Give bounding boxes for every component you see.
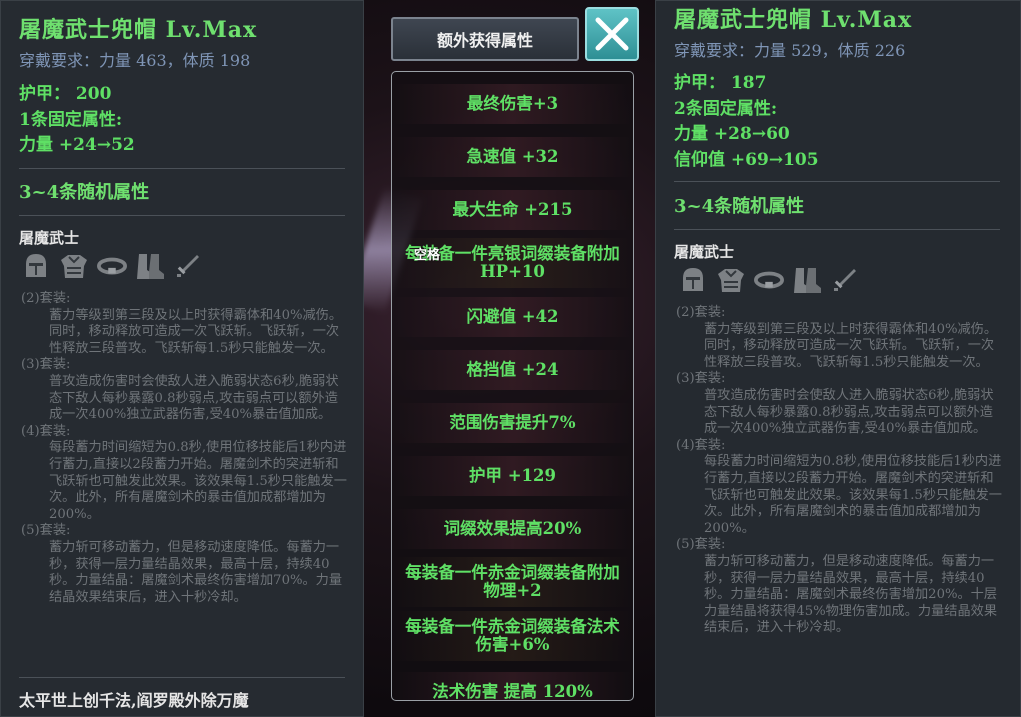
attribute-item: 每装备一件赤金词缀装备法术伤害+6% xyxy=(393,611,632,661)
set-bonus-label: (5)套装: xyxy=(21,523,71,539)
compare-item-tooltip: 屠魔武士兜帽 Lv.Max 穿戴要求：力量 529，体质 226 护甲： 187… xyxy=(655,0,1021,717)
attribute-item: 闪避值 +42 xyxy=(393,297,632,337)
item-title: 屠魔武士兜帽 Lv.Max xyxy=(19,17,258,43)
set-bonus-label: (3)套装: xyxy=(676,371,726,387)
attribute-item: 法术伤害 提高 120% xyxy=(393,672,632,700)
attribute-item: 格挡值 +24 xyxy=(393,350,632,390)
divider xyxy=(19,677,345,678)
close-icon xyxy=(595,17,629,51)
set-bonus-text: 普攻造成伤害时会使敌人进入脆弱状态6秒,脆弱状态下敌人每秒暴露0.8秒弱点,攻击… xyxy=(49,373,339,423)
set-bonus-label: (5)套装: xyxy=(676,537,726,553)
fixed-attr: 力量 +28→60 xyxy=(674,124,790,144)
divider xyxy=(674,181,1000,182)
set-bonus-text: 普攻造成伤害时会使敌人进入脆弱状态6秒,脆弱状态下敌人每秒暴露0.8秒弱点,攻击… xyxy=(704,387,994,437)
armor-icon xyxy=(59,251,89,281)
attribute-item: 护甲 +129 xyxy=(393,456,632,496)
set-bonus-label: (3)套装: xyxy=(21,357,71,373)
random-attr-header: 3~4条随机属性 xyxy=(674,196,805,217)
wear-requirement: 穿戴要求：力量 529，体质 226 xyxy=(674,41,906,60)
boots-icon xyxy=(135,251,165,281)
set-bonus-label: (2)套装: xyxy=(676,305,726,320)
set-name: 屠魔武士 xyxy=(19,229,80,247)
attribute-item: 最大生命 +215 xyxy=(393,190,632,230)
item-motto: 太平世上创千法,阎罗殿外除万魔 xyxy=(19,691,249,710)
divider xyxy=(19,168,345,169)
set-bonus-text: 蓄力斩可移动蓄力，但是移动速度降低。每蓄力一秒，获得一层力量结晶效果，最高十层，… xyxy=(704,553,998,636)
armor-value: 护甲： 187 xyxy=(674,73,767,93)
close-button[interactable] xyxy=(585,7,639,61)
attribute-item: 最终伤害+3 xyxy=(393,84,632,124)
set-pieces-icons xyxy=(678,265,860,295)
attribute-item: 急速值 +32 xyxy=(393,137,632,177)
fixed-attr-header: 2条固定属性: xyxy=(674,99,778,119)
set-bonus-text: 蓄力等级到第三段及以上时获得霸体和40%减伤。同时，移动释放可造成一次飞跃斩。飞… xyxy=(49,307,343,356)
sword-icon xyxy=(173,251,203,281)
divider xyxy=(674,229,1000,230)
attribute-item: 范围伤害提升7% xyxy=(393,403,632,443)
set-bonus-list: (2)套装: 蓄力等级到第三段及以上时获得霸体和40%减伤。同时，移动释放可造成… xyxy=(21,291,351,606)
armor-icon xyxy=(716,265,746,295)
sword-icon xyxy=(830,265,860,295)
helmet-icon xyxy=(21,251,51,281)
wear-requirement: 穿戴要求：力量 463，体质 198 xyxy=(19,51,251,70)
set-bonus-text: 蓄力斩可移动蓄力，但是移动速度降低。每蓄力一秒，获得一层力量结晶效果，最高十层，… xyxy=(49,539,343,605)
set-bonus-label: (4)套装: xyxy=(676,437,726,453)
belt-icon xyxy=(754,265,784,295)
attribute-item: 每装备一件赤金词缀装备附加物理+2 xyxy=(393,557,632,607)
belt-icon xyxy=(97,251,127,281)
attribute-item: 词缀效果提高20% xyxy=(393,509,632,549)
extra-attributes-list[interactable]: 最终伤害+3 急速值 +32 最大生命 +215 每装备一件亮银词缀装备附加HP… xyxy=(391,71,634,701)
divider xyxy=(19,215,345,216)
set-name: 屠魔武士 xyxy=(674,243,735,261)
fixed-attr: 力量 +24→52 xyxy=(19,135,135,155)
helmet-icon xyxy=(678,265,708,295)
random-attr-header: 3~4条随机属性 xyxy=(19,182,150,203)
fixed-attr: 信仰值 +69→105 xyxy=(674,150,819,170)
set-bonus-text: 蓄力等级到第三段及以上时获得霸体和40%减伤。同时，移动释放可造成一次飞跃斩。飞… xyxy=(704,321,998,370)
set-bonus-label: (2)套装: xyxy=(21,291,71,306)
set-bonus-label: (4)套装: xyxy=(21,423,71,439)
set-pieces-icons xyxy=(21,251,203,281)
equipped-item-tooltip: 屠魔武士兜帽 Lv.Max 穿戴要求：力量 463，体质 198 护甲： 200… xyxy=(0,0,364,717)
boots-icon xyxy=(792,265,822,295)
space-key-hint: 空格 xyxy=(414,248,441,263)
extra-attributes-tab[interactable]: 额外获得属性 xyxy=(391,17,579,61)
fixed-attr-header: 1条固定属性: xyxy=(19,110,123,130)
item-title: 屠魔武士兜帽 Lv.Max xyxy=(674,7,913,33)
armor-value: 护甲： 200 xyxy=(19,84,112,104)
set-bonus-text: 每段蓄力时间缩短为0.8秒,使用位移技能后1秒内进行蓄力,直接以2段蓄力开始。屠… xyxy=(49,440,347,522)
set-bonus-text: 每段蓄力时间缩短为0.8秒,使用位移技能后1秒内进行蓄力,直接以2段蓄力开始。屠… xyxy=(704,454,1002,536)
set-bonus-list: (2)套装: 蓄力等级到第三段及以上时获得霸体和40%减伤。同时，移动释放可造成… xyxy=(676,305,1006,637)
